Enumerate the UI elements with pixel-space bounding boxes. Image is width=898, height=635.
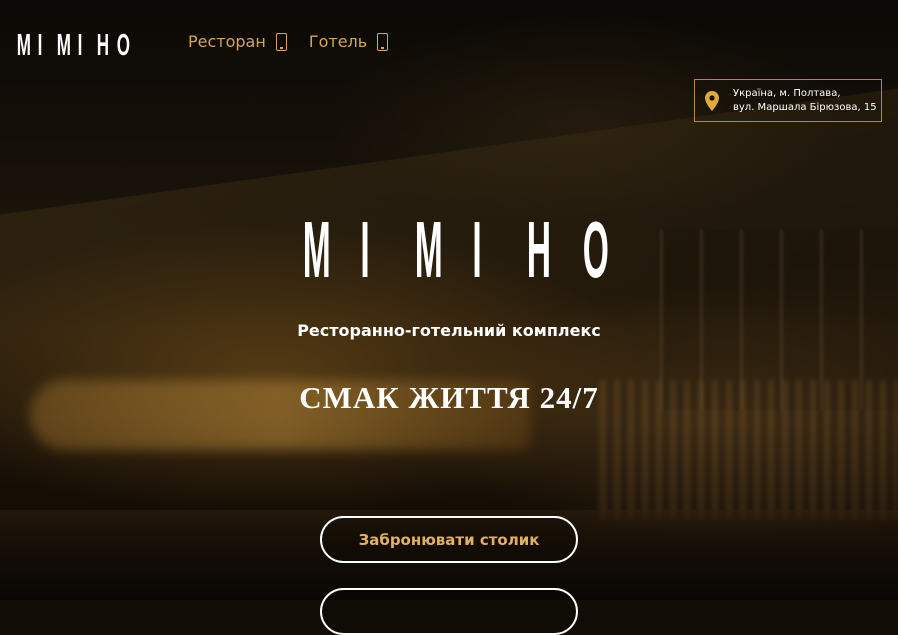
book-table-button-label: Забронювати столик — [358, 530, 540, 549]
hero-slogan: СМАК ЖИТТЯ 24/7 — [299, 380, 599, 415]
second-button[interactable] — [320, 588, 578, 635]
logo-letter: M — [302, 205, 331, 294]
address-line-2: вул. Маршала Бірюзова, 15 — [733, 101, 877, 113]
address-line-1: Україна, м. Полтава, — [733, 87, 841, 99]
address-text: Україна, м. Полтава, вул. Маршала Бірюзо… — [733, 87, 877, 115]
phone-icon[interactable] — [377, 32, 389, 51]
header-logo[interactable]: M I M I H O — [14, 27, 130, 62]
hero-logo: M I M I H O — [0, 210, 898, 290]
logo-letter: H — [96, 27, 110, 62]
nav-item-label: Готель — [308, 32, 368, 51]
logo-letter: M — [414, 205, 443, 294]
nav-item-label: Ресторан — [188, 32, 266, 51]
book-table-button[interactable]: Забронювати столик — [320, 516, 578, 563]
logo-letter: O — [116, 27, 130, 62]
logo-letter: I — [37, 27, 43, 62]
logo-letter: I — [360, 205, 370, 294]
nav-item-hotel[interactable]: Готель — [308, 32, 389, 51]
nav-item-restaurant[interactable]: Ресторан — [188, 32, 287, 51]
logo-letter: O — [582, 205, 609, 294]
logo-letter: H — [526, 205, 551, 294]
address-box[interactable]: Україна, м. Полтава, вул. Маршала Бірюзо… — [694, 79, 882, 122]
phone-icon[interactable] — [275, 32, 287, 51]
logo-letter: M — [16, 27, 31, 62]
logo-letter: I — [77, 27, 83, 62]
main-nav: Ресторан Готель — [188, 32, 389, 51]
logo-letter: I — [472, 205, 482, 294]
logo-letter: M — [56, 27, 71, 62]
map-pin-icon — [705, 90, 719, 111]
hero-subtitle: Ресторанно-готельний комплекс — [297, 321, 601, 340]
